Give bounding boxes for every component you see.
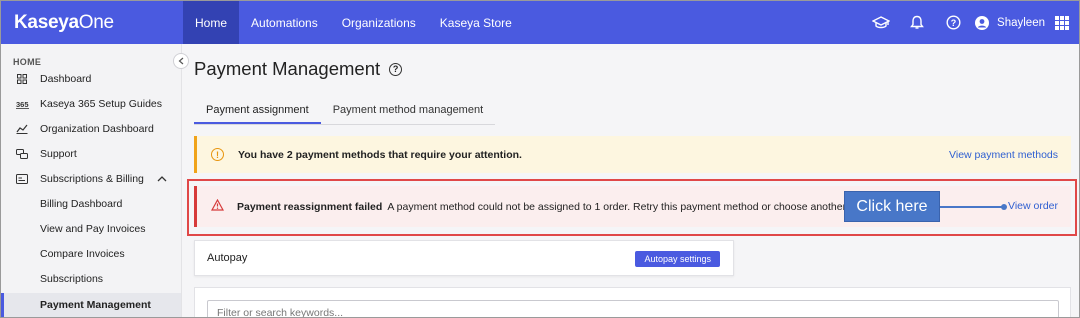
sidebar-collapse-button[interactable] bbox=[173, 53, 189, 69]
sidebar-item-label: Kaseya 365 Setup Guides bbox=[40, 98, 163, 110]
autopay-card: Autopay Autopay settings bbox=[194, 240, 734, 276]
chevron-up-icon[interactable] bbox=[157, 173, 167, 185]
nav-home[interactable]: Home bbox=[183, 1, 240, 44]
callout-connector-line bbox=[940, 206, 1005, 208]
logo-text-bold: Kaseya bbox=[14, 11, 79, 33]
sidebar-item-support[interactable]: Support bbox=[1, 142, 181, 166]
nav-kaseya-store[interactable]: Kaseya Store bbox=[428, 1, 524, 44]
error-message: A payment method could not be assigned t… bbox=[387, 200, 849, 213]
kaseya-one-logo[interactable]: Kaseya One bbox=[1, 1, 182, 44]
sidebar-section-home: HOME bbox=[13, 57, 42, 67]
page-title-text: Payment Management bbox=[194, 58, 381, 79]
bell-icon[interactable] bbox=[899, 15, 935, 30]
autopay-settings-button[interactable]: Autopay settings bbox=[635, 251, 720, 267]
sidebar-subitem-subscriptions[interactable]: Subscriptions bbox=[1, 267, 181, 291]
sidebar-item-label: Organization Dashboard bbox=[40, 123, 154, 135]
main-nav: Home Automations Organizations Kaseya St… bbox=[183, 1, 524, 44]
sidebar-item-dashboard[interactable]: Dashboard bbox=[1, 67, 181, 91]
sidebar-subitem-view-pay-invoices[interactable]: View and Pay Invoices bbox=[1, 217, 181, 241]
callout-connector-dot bbox=[1001, 204, 1007, 210]
error-title: Payment reassignment failed bbox=[237, 200, 383, 213]
sidebar-item-k365-setup[interactable]: 365 Kaseya 365 Setup Guides bbox=[1, 92, 181, 116]
user-avatar-icon bbox=[975, 15, 990, 30]
sidebar: HOME Dashboard 365 Kaseya 365 Setup Guid… bbox=[1, 44, 182, 317]
user-name: Shayleen bbox=[997, 16, 1045, 29]
logo-text-light: One bbox=[78, 11, 114, 33]
dashboard-grid-icon bbox=[15, 74, 29, 84]
tab-payment-method-management[interactable]: Payment method management bbox=[321, 100, 495, 124]
page-help-icon[interactable]: ? bbox=[389, 62, 403, 76]
warning-circle-icon: ! bbox=[211, 148, 224, 161]
tab-payment-assignment[interactable]: Payment assignment bbox=[194, 100, 321, 124]
top-bar: Kaseya One Home Automations Organizations… bbox=[1, 1, 1079, 44]
filter-card bbox=[194, 287, 1071, 317]
chart-icon bbox=[15, 124, 29, 134]
app-launcher-icon[interactable] bbox=[1055, 15, 1069, 30]
view-order-link[interactable]: View order bbox=[1008, 200, 1058, 212]
click-here-callout: Click here bbox=[844, 191, 940, 222]
warning-message: You have 2 payment methods that require … bbox=[238, 148, 522, 161]
app-frame: Kaseya One Home Automations Organizations… bbox=[0, 0, 1080, 318]
top-actions: ? Shayleen bbox=[863, 1, 1079, 44]
sidebar-subitem-compare-invoices[interactable]: Compare Invoices bbox=[1, 242, 181, 266]
alert-triangle-icon bbox=[210, 198, 225, 214]
chevron-left-icon bbox=[178, 57, 184, 65]
page-title: Payment Management ? bbox=[194, 58, 403, 80]
svg-text:365: 365 bbox=[16, 100, 29, 109]
support-chat-icon bbox=[15, 148, 29, 160]
view-payment-methods-link[interactable]: View payment methods bbox=[949, 149, 1058, 161]
filter-search-input[interactable] bbox=[207, 300, 1059, 317]
main-content: Payment Management ? Payment assignment … bbox=[182, 44, 1079, 317]
k365-icon: 365 bbox=[15, 99, 29, 109]
sidebar-item-subscriptions-billing[interactable]: Subscriptions & Billing bbox=[1, 167, 181, 191]
nav-organizations[interactable]: Organizations bbox=[330, 1, 428, 44]
sidebar-subitem-billing-dashboard[interactable]: Billing Dashboard bbox=[1, 192, 181, 216]
sidebar-subitem-payment-management[interactable]: Payment Management bbox=[1, 293, 181, 317]
sidebar-item-label: Subscriptions & Billing bbox=[40, 173, 144, 185]
autopay-title: Autopay bbox=[207, 252, 248, 264]
sidebar-item-label: Dashboard bbox=[40, 73, 92, 85]
billing-card-icon bbox=[15, 174, 29, 184]
sidebar-item-label: Support bbox=[40, 148, 77, 160]
graduation-cap-icon[interactable] bbox=[863, 15, 899, 30]
tab-bar: Payment assignment Payment method manage… bbox=[194, 100, 496, 125]
nav-automations[interactable]: Automations bbox=[239, 1, 330, 44]
svg-text:?: ? bbox=[950, 18, 956, 28]
user-menu[interactable]: Shayleen bbox=[975, 15, 1045, 30]
warning-banner: ! You have 2 payment methods that requir… bbox=[194, 136, 1071, 173]
help-icon[interactable]: ? bbox=[935, 15, 971, 30]
sidebar-item-organization-dashboard[interactable]: Organization Dashboard bbox=[1, 117, 181, 141]
